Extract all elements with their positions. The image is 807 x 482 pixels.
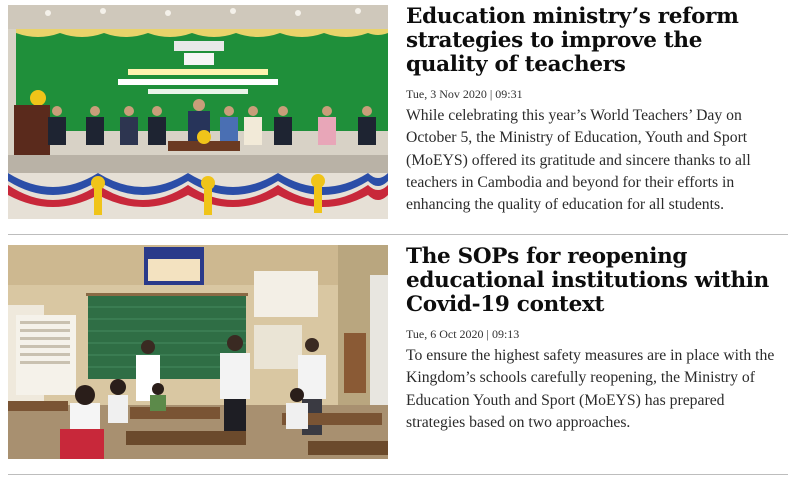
divider [8,474,788,475]
article-card: The SOPs for reopening educational insti… [8,245,788,471]
divider [8,234,788,235]
article-summary: To ensure the highest safety measures ar… [406,347,775,431]
article-title[interactable]: Education ministry’s reform strategies t… [406,5,786,77]
article-summary: While celebrating this year’s World Teac… [406,107,751,214]
ceremony-photo [8,5,388,219]
article-title[interactable]: The SOPs for reopening educational insti… [406,245,786,317]
article-thumbnail-classroom[interactable] [8,245,388,459]
article-date: Tue, 6 Oct 2020 | 09:13 [406,327,520,341]
article-date: Tue, 3 Nov 2020 | 09:31 [406,87,523,101]
article-thumbnail-ceremony[interactable] [8,5,388,219]
article-text: Education ministry’s reform strategies t… [406,5,786,216]
article-card: Education ministry’s reform strategies t… [8,5,788,231]
classroom-photo [8,245,388,459]
article-text: The SOPs for reopening educational insti… [406,245,786,434]
